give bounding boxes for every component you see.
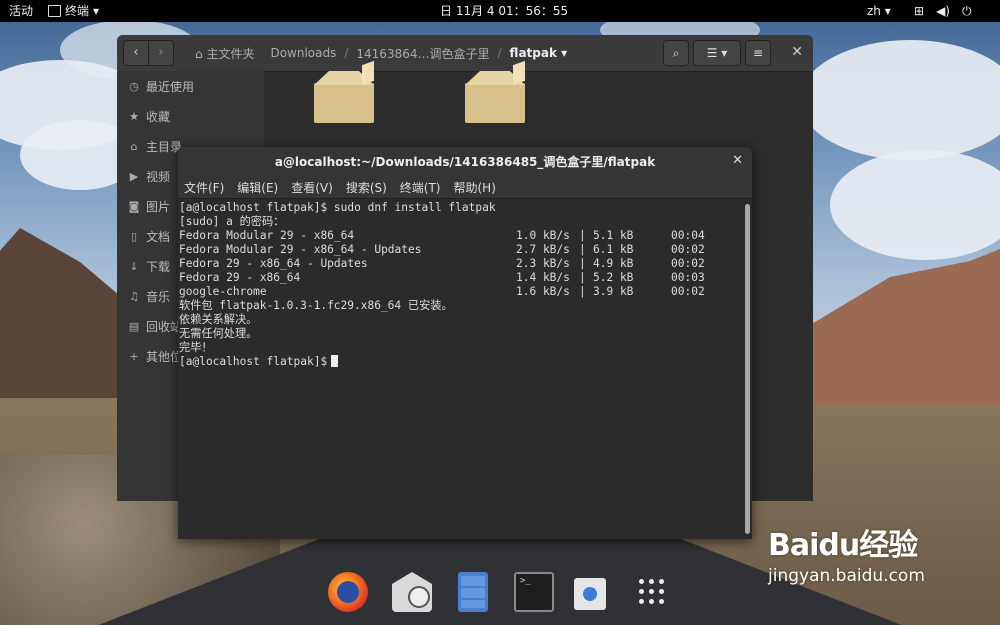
repo-line: Fedora Modular 29 - x86_64 1.0 kB/s | 5.1 k…	[179, 229, 705, 242]
terminal-window: a@localhost:~/Downloads/1416386485_调色盒子里…	[178, 147, 752, 539]
terminal-line: [sudo] a 的密码：	[179, 215, 285, 228]
forward-button[interactable]: ›	[148, 40, 174, 66]
trash-icon: ▤	[128, 319, 140, 333]
breadcrumb-folder[interactable]: 14163864…调色盒子里	[348, 45, 497, 62]
terminal-line: 软件包 flatpak-1.0.3-1.fc29.x86_64 已安装。	[179, 299, 453, 312]
text-cursor	[331, 355, 339, 367]
show-apps-icon[interactable]	[638, 578, 666, 606]
sidebar-item-starred[interactable]: ★ 收藏	[117, 101, 264, 131]
terminal-line: [a@localhost flatpak]$ sudo dnf install …	[179, 201, 496, 214]
network-icon: ⊞	[914, 4, 925, 18]
terminal-line: 完毕！	[179, 341, 213, 354]
menu-edit[interactable]: 编辑(E)	[237, 179, 278, 196]
terminal-title: a@localhost:~/Downloads/1416386485_调色盒子里…	[274, 155, 656, 169]
app-menu[interactable]: 终端 ▾	[48, 3, 99, 19]
power-icon: ⏻	[961, 4, 972, 18]
terminal-prompt: [a@localhost flatpak]$	[179, 355, 744, 369]
back-button[interactable]: ‹	[123, 40, 149, 66]
top-bar: 活动 终端 ▾ 日 11月 4 01：56：55 zh ▾ ⊞ ◀) ⏻	[0, 0, 1000, 22]
activities-button[interactable]: 活动	[9, 3, 33, 19]
watermark-url: jingyan.baidu.com	[768, 566, 925, 586]
download-icon: ↓	[129, 259, 139, 273]
menu-terminal[interactable]: 终端(T)	[400, 179, 441, 196]
terminal-titlebar[interactable]: a@localhost:~/Downloads/1416386485_调色盒子里…	[178, 147, 752, 176]
software-icon[interactable]	[574, 578, 606, 610]
clock-icon: ◷	[129, 79, 139, 93]
menu-view[interactable]: 查看(V)	[291, 179, 333, 196]
folder-icon[interactable]	[465, 83, 525, 123]
camera-icon: ◙	[128, 199, 140, 213]
dash-dock: >_	[312, 560, 688, 625]
search-button[interactable]: ⌕	[663, 40, 689, 66]
terminal-line: 依赖关系解决。	[179, 313, 258, 326]
app-menu-label: 终端	[65, 4, 90, 18]
menu-help[interactable]: 帮助(H)	[454, 179, 496, 196]
hamburger-icon: ≡	[752, 46, 764, 60]
menu-file[interactable]: 文件(F)	[184, 179, 224, 196]
view-options-button[interactable]: ☰ ▾	[693, 40, 741, 66]
clock[interactable]: 日 11月 4 01：56：55	[440, 3, 568, 19]
file-manager-headerbar: ‹ › ⌂ 主文件夹 Downloads / 14163864…调色盒子里 / …	[117, 35, 813, 72]
repo-line: google-chrome 1.6 kB/s | 3.9 kB 00:02	[179, 285, 705, 298]
repo-line: Fedora Modular 29 - x86_64 - Updates 2.7 …	[179, 243, 705, 256]
terminal-scrollbar[interactable]	[745, 204, 750, 534]
repo-line: Fedora 29 - x86_64 1.4 kB/s | 5.2 kB 00:03	[179, 271, 705, 284]
repo-line: Fedora 29 - x86_64 - Updates 2.3 kB/s | 4.9…	[179, 257, 705, 270]
close-icon[interactable]: ✕	[732, 153, 743, 168]
input-method-indicator[interactable]: zh ▾	[867, 3, 891, 19]
system-menu[interactable]: ⊞ ◀) ⏻	[914, 3, 971, 19]
files-icon[interactable]	[458, 572, 488, 612]
terminal-icon	[48, 5, 61, 17]
chevron-down-icon: ▾	[93, 4, 100, 18]
close-icon[interactable]: ✕	[791, 44, 803, 60]
terminal-line: 无需任何处理。	[179, 327, 258, 340]
folder-icon[interactable]	[314, 83, 374, 123]
baidu-watermark: Baidu经验 jingyan.baidu.com	[768, 520, 925, 586]
home-icon: ⌂	[130, 139, 138, 153]
search-icon: ⌕	[672, 46, 680, 60]
breadcrumb-downloads[interactable]: Downloads	[262, 46, 344, 60]
terminal-output[interactable]: [a@localhost flatpak]$ sudo dnf install …	[178, 199, 744, 539]
breadcrumb: ⌂ 主文件夹 Downloads / 14163864…调色盒子里 / flat…	[187, 40, 575, 66]
plus-icon: +	[129, 349, 139, 363]
breadcrumb-current[interactable]: flatpak ▾	[502, 46, 576, 60]
document-icon: ▯	[130, 229, 138, 243]
music-icon: ♫	[129, 289, 139, 303]
menu-button[interactable]: ≡	[745, 40, 771, 66]
terminal-menubar: 文件(F) 编辑(E) 查看(V) 搜索(S) 终端(T) 帮助(H)	[178, 176, 752, 199]
menu-search[interactable]: 搜索(S)	[346, 179, 387, 196]
list-view-icon: ☰ ▾	[706, 46, 728, 60]
watermark-logo-text: Baidu经验	[768, 528, 918, 563]
volume-icon: ◀)	[936, 4, 950, 18]
clock-icon	[408, 586, 430, 608]
sidebar-item-recent[interactable]: ◷ 最近使用	[117, 71, 264, 101]
terminal-icon[interactable]: >_	[514, 572, 554, 612]
video-icon: ▶	[129, 169, 139, 183]
firefox-icon[interactable]	[328, 572, 368, 612]
star-icon: ★	[129, 109, 139, 123]
breadcrumb-home[interactable]: ⌂ 主文件夹	[187, 45, 262, 62]
